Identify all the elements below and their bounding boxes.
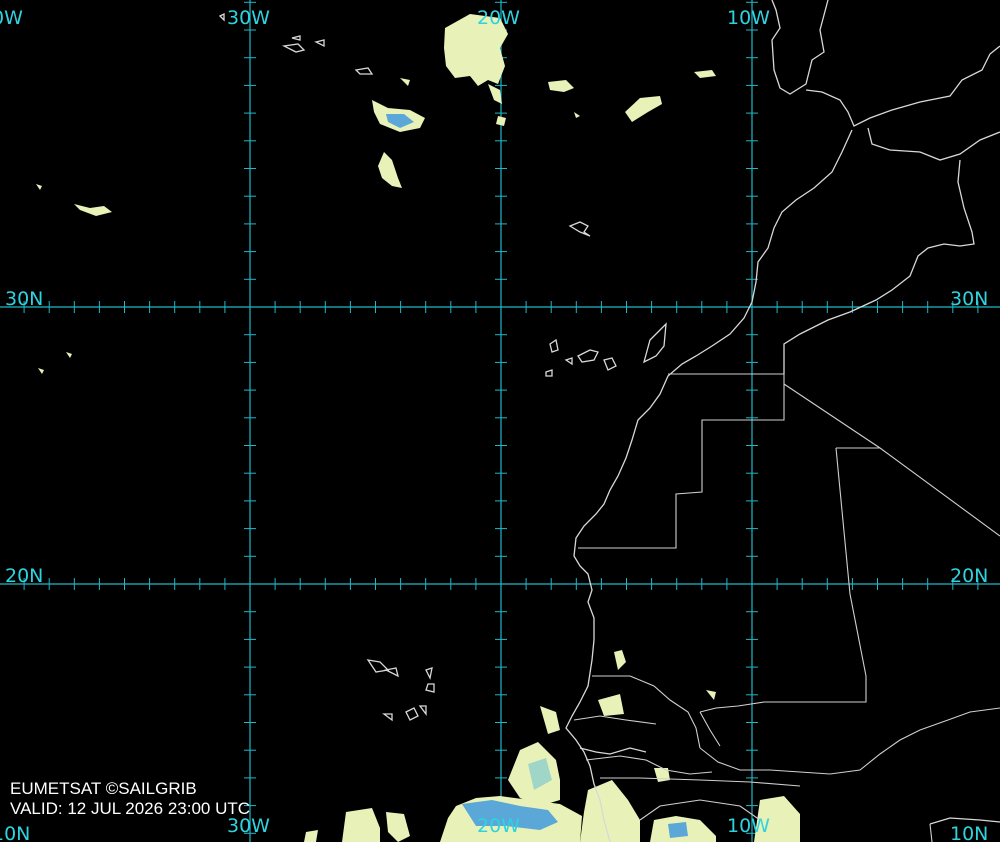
lon-label-top-20w: 20W (477, 7, 520, 29)
lon-label-bottom-20w: 20W (477, 815, 520, 837)
lon-label-bottom-left: 10N (0, 823, 30, 842)
lon-label-bottom-10w: 10W (727, 815, 770, 837)
satellite-map: 0W 30W 20W 10W 10N 30W 20W 10W 10N 30N 3… (0, 0, 1000, 842)
lon-label-top-30w: 30W (227, 7, 270, 29)
lon-label-top-10w: 10W (727, 7, 770, 29)
valid-time: VALID: 12 JUL 2026 23:00 UTC (10, 799, 251, 818)
lat-label-bottom-right: 10N (950, 823, 988, 842)
lat-label-left-30n: 30N (5, 288, 43, 310)
lon-label-top-40w: 0W (0, 7, 23, 29)
image-credit: EUMETSAT ©SAILGRIB (10, 779, 197, 798)
lat-label-left-20n: 20N (5, 565, 43, 587)
lat-label-right-20n: 20N (950, 565, 988, 587)
lat-label-right-30n: 30N (950, 288, 988, 310)
